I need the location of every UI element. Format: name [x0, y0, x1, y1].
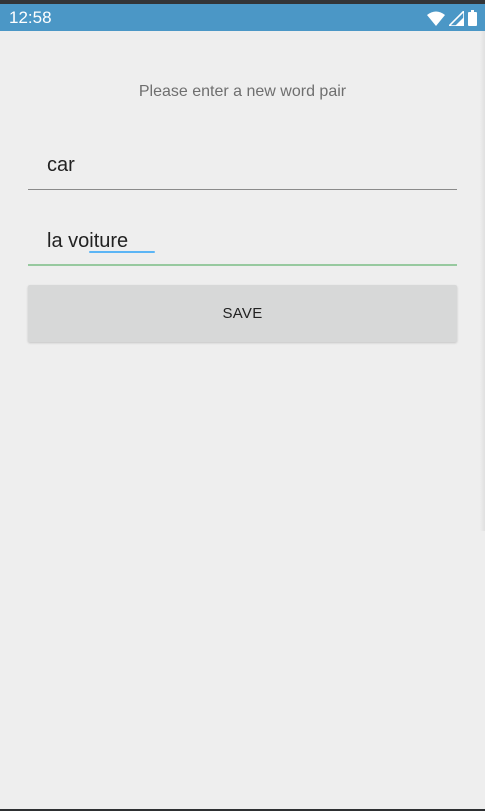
- status-bar: 12:58: [0, 4, 485, 31]
- status-icons: [427, 9, 477, 27]
- wifi-icon: [427, 11, 445, 26]
- save-button[interactable]: SAVE: [28, 285, 457, 342]
- cell-signal-icon: [449, 10, 464, 26]
- translation-input[interactable]: la voiture: [28, 222, 457, 266]
- spellcheck-underline: [89, 251, 155, 253]
- translation-input-value: la voiture: [47, 230, 129, 252]
- word-input[interactable]: car: [28, 146, 457, 190]
- page-prompt: Please enter a new word pair: [138, 83, 347, 100]
- right-edge-shadow: [480, 31, 485, 531]
- battery-icon: [468, 10, 477, 26]
- word-input-value: car: [47, 154, 75, 176]
- status-time: 12:58: [9, 8, 52, 27]
